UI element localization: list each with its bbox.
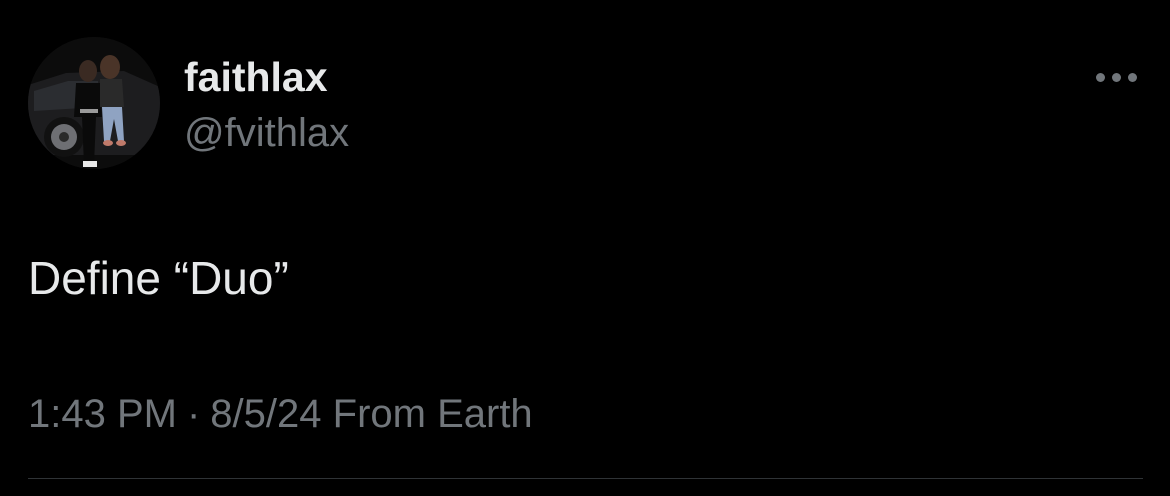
author-display-name[interactable]: faithlax [184,54,328,100]
tweet-text: Define “Duo” [28,252,289,304]
more-dots [1095,72,1137,82]
tweet-time[interactable]: 1:43 PM [28,392,177,436]
tweet-meta: 1:43 PM · 8/5/24 From Earth [28,390,533,438]
more-options-icon[interactable] [1088,60,1144,94]
dot [1111,72,1121,82]
meta-separator: · [186,392,201,436]
avatar-photo [28,37,160,169]
author-handle[interactable]: @fvithlax [184,110,349,156]
dot [1127,72,1137,82]
tweet-date[interactable]: 8/5/24 [210,392,321,436]
dot [1095,72,1105,82]
tweet-detail: faithlax @fvithlax Define “Duo” 1:43 PM ·… [0,0,1170,496]
divider [28,478,1143,479]
avatar[interactable] [28,37,160,169]
tweet-source: From Earth [332,392,533,436]
